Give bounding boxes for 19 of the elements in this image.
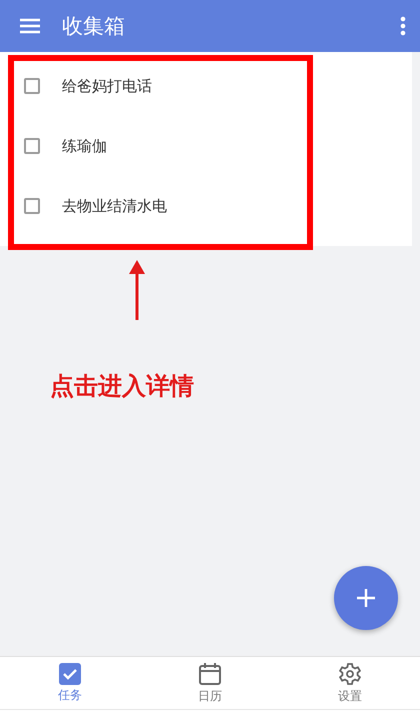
add-button[interactable] xyxy=(334,566,398,630)
task-item[interactable]: 去物业结清水电 xyxy=(0,176,412,236)
nav-tab[interactable]: 日历 xyxy=(140,657,280,709)
checkbox-icon xyxy=(59,662,81,684)
calendar-icon xyxy=(198,662,222,686)
task-item[interactable]: 给爸妈打电话 xyxy=(0,56,412,116)
more-icon[interactable] xyxy=(400,16,406,36)
plus-icon xyxy=(356,588,376,608)
checkbox[interactable] xyxy=(24,78,40,94)
up-arrow xyxy=(128,258,146,320)
settings-icon xyxy=(338,662,362,686)
task-item[interactable]: 练瑜伽 xyxy=(0,116,412,176)
nav-tab[interactable]: 设置 xyxy=(280,657,420,709)
checkbox[interactable] xyxy=(24,198,40,214)
nav-tab[interactable]: 任务 xyxy=(0,657,140,709)
menu-icon[interactable] xyxy=(20,18,40,34)
annotation-text: 点击进入详情 xyxy=(50,371,194,402)
app-title: 收集箱 xyxy=(62,13,126,40)
checkbox[interactable] xyxy=(24,138,40,154)
